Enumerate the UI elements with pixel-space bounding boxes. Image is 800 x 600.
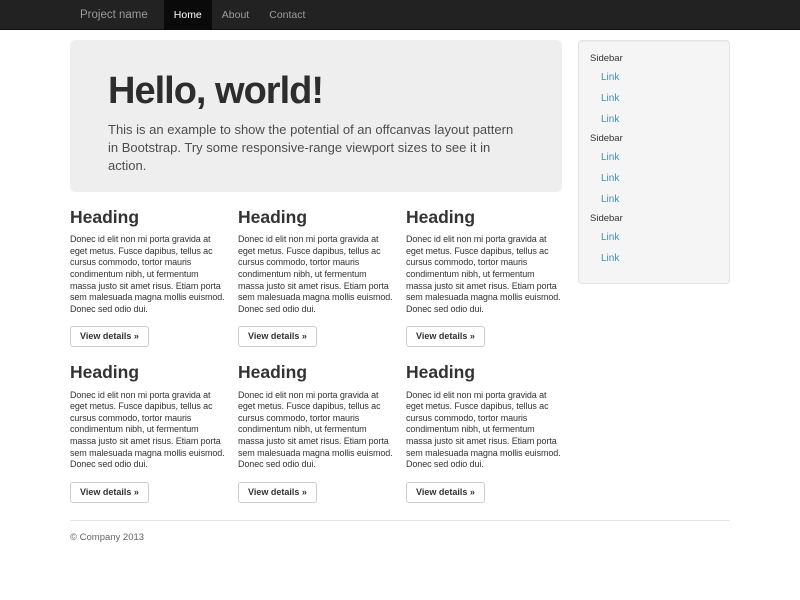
page-container: Hello, world! This is an example to show… <box>70 30 730 543</box>
copyright-text: © Company 2013 <box>70 532 730 543</box>
sidebar-link[interactable]: Link <box>579 88 729 109</box>
card-heading: Heading <box>238 363 394 382</box>
navbar-container: Project name Home About Contact <box>70 0 730 30</box>
card-body-text: Donec id elit non mi porta gravida at eg… <box>406 390 562 471</box>
sidebar-group-title: Sidebar <box>579 50 729 67</box>
sidebar-link[interactable]: Link <box>579 227 729 248</box>
card-body-text: Donec id elit non mi porta gravida at eg… <box>70 234 226 315</box>
view-details-button[interactable]: View details » <box>238 482 317 503</box>
sidebar-group: Sidebar Link Link <box>579 210 729 269</box>
nav-item-home[interactable]: Home <box>164 0 212 30</box>
sidebar-link[interactable]: Link <box>579 67 729 88</box>
card-heading: Heading <box>70 363 226 382</box>
sidebar-link[interactable]: Link <box>579 168 729 189</box>
sidebar-link[interactable]: Link <box>579 147 729 168</box>
footer-divider <box>70 520 730 521</box>
card-heading: Heading <box>406 363 562 382</box>
sidebar-group: Sidebar Link Link Link <box>579 50 729 130</box>
card: Heading Donec id elit non mi porta gravi… <box>238 347 394 502</box>
card: Heading Donec id elit non mi porta gravi… <box>238 192 394 347</box>
view-details-button[interactable]: View details » <box>238 326 317 347</box>
view-details-button[interactable]: View details » <box>70 482 149 503</box>
view-details-button[interactable]: View details » <box>70 326 149 347</box>
card-heading: Heading <box>238 208 394 227</box>
jumbotron: Hello, world! This is an example to show… <box>70 40 562 192</box>
cards-row-2: Heading Donec id elit non mi porta gravi… <box>70 347 562 502</box>
sidebar-group-title: Sidebar <box>579 210 729 227</box>
card-body-text: Donec id elit non mi porta gravida at eg… <box>238 390 394 471</box>
sidebar-group: Sidebar Link Link Link <box>579 130 729 210</box>
main-nav: Home About Contact <box>164 0 316 30</box>
content-column: Hello, world! This is an example to show… <box>70 30 562 503</box>
sidebar-link[interactable]: Link <box>579 109 729 130</box>
card: Heading Donec id elit non mi porta gravi… <box>70 347 226 502</box>
card-heading: Heading <box>406 208 562 227</box>
top-navbar: Project name Home About Contact <box>0 0 800 30</box>
card-body-text: Donec id elit non mi porta gravida at eg… <box>406 234 562 315</box>
nav-item-about[interactable]: About <box>212 0 259 30</box>
footer: © Company 2013 <box>70 532 730 543</box>
card: Heading Donec id elit non mi porta gravi… <box>406 192 562 347</box>
card-body-text: Donec id elit non mi porta gravida at eg… <box>238 234 394 315</box>
jumbotron-description: This is an example to show the potential… <box>108 121 524 175</box>
sidebar-group-title: Sidebar <box>579 130 729 147</box>
card-body-text: Donec id elit non mi porta gravida at eg… <box>70 390 226 471</box>
card: Heading Donec id elit non mi porta gravi… <box>406 347 562 502</box>
sidebar: Sidebar Link Link Link Sidebar Link Link… <box>578 40 730 284</box>
card: Heading Donec id elit non mi porta gravi… <box>70 192 226 347</box>
sidebar-link[interactable]: Link <box>579 189 729 210</box>
cards-row-1: Heading Donec id elit non mi porta gravi… <box>70 192 562 347</box>
view-details-button[interactable]: View details » <box>406 482 485 503</box>
sidebar-column: Sidebar Link Link Link Sidebar Link Link… <box>578 30 730 284</box>
nav-item-contact[interactable]: Contact <box>259 0 315 30</box>
page-title: Hello, world! <box>108 72 524 110</box>
sidebar-link[interactable]: Link <box>579 248 729 269</box>
card-heading: Heading <box>70 208 226 227</box>
brand-link[interactable]: Project name <box>70 0 158 30</box>
view-details-button[interactable]: View details » <box>406 326 485 347</box>
